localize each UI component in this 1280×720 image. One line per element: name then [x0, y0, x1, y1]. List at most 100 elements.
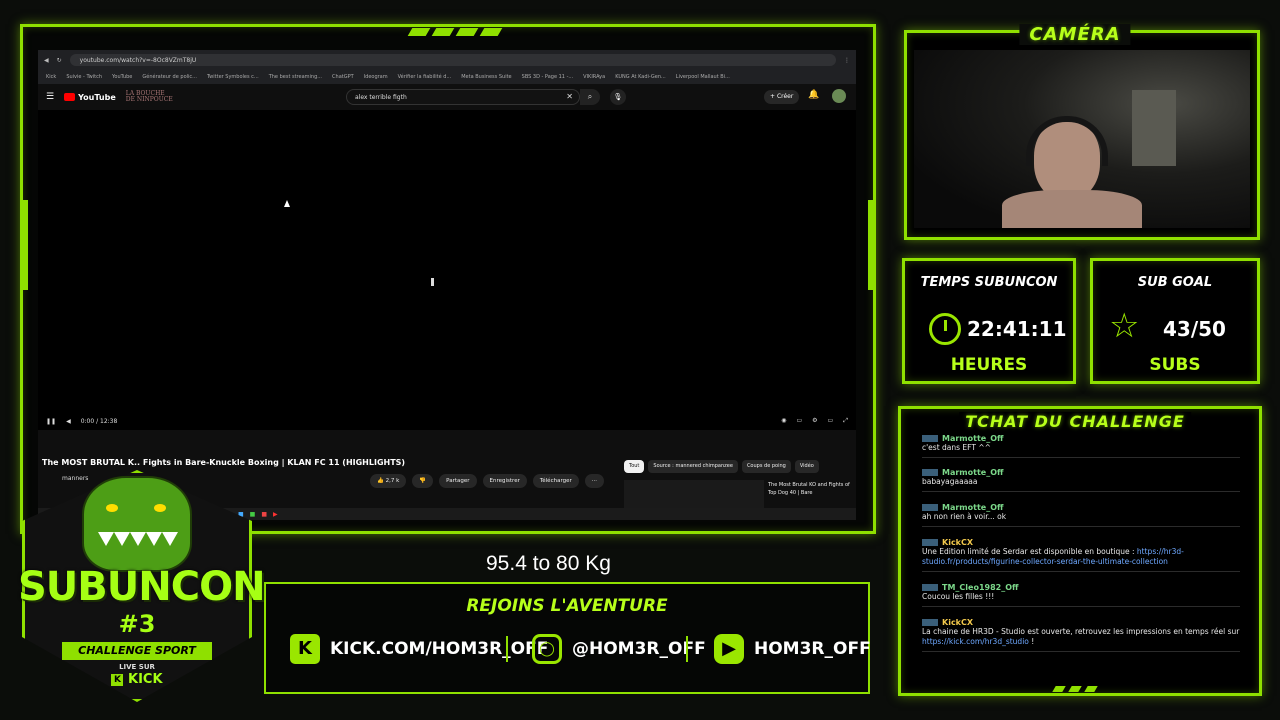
- fullscreen-icon[interactable]: ⤢: [843, 417, 848, 425]
- bookmark-item[interactable]: Kick: [46, 74, 56, 80]
- bookmark-item[interactable]: The best streaming...: [269, 74, 322, 80]
- chat-message: Marmotte_Off ah non rien à voir... ok: [922, 503, 1240, 527]
- filter-chip[interactable]: Tout: [624, 460, 645, 473]
- search-input[interactable]: alex terrible figth ✕: [346, 89, 580, 105]
- bookmark-item[interactable]: Twitter Symboles c...: [207, 74, 259, 80]
- extensions-icon[interactable]: ⋮: [844, 57, 850, 64]
- bookmark-item[interactable]: ChatGPT: [332, 74, 354, 80]
- filter-chips: Tout Source : mannered chimpanzee Coups de…: [624, 460, 819, 473]
- browser-toolbar: ◀ ↻ youtube.com/watch?v=-8Oc8VZmT8jU ⋮: [38, 50, 856, 70]
- logo-live-on: LIVE SUR: [119, 663, 155, 671]
- back-icon[interactable]: ◀: [44, 57, 49, 64]
- address-bar[interactable]: youtube.com/watch?v=-8Oc8VZmT8jU: [69, 54, 836, 66]
- subgoal-unit: SUBS: [1149, 355, 1201, 375]
- taskbar-app-icon[interactable]: ■: [261, 511, 267, 518]
- bookmark-item[interactable]: Liverpool Mallaut Bi...: [676, 74, 730, 80]
- more-button[interactable]: ···: [584, 474, 604, 488]
- kick-link[interactable]: K KICK.COM/HOM3R_OFF: [290, 634, 548, 664]
- video-player[interactable]: ❚❚ ◀ 0:00 / 12:38 ◉ ▭ ⚙ ▭ ⤢: [38, 110, 856, 430]
- user-badge-icon: [922, 584, 938, 591]
- window: [1132, 90, 1176, 166]
- player-controls: ❚❚ ◀ 0:00 / 12:38 ◉ ▭ ⚙ ▭ ⤢: [38, 412, 856, 430]
- chat-message: KickCX Une Edition limité de Serdar est d…: [922, 538, 1240, 572]
- user-badge-icon: [922, 619, 938, 626]
- youtube-logo[interactable]: YouTube: [64, 93, 116, 102]
- chat-username[interactable]: Marmotte_Off: [922, 503, 1240, 512]
- timer-unit: HEURES: [950, 355, 1028, 375]
- chat-message: Marmotte_Off c'est dans EFT ^^: [922, 434, 1240, 458]
- instagram-link[interactable]: ◯ @HOM3R_OFF: [532, 634, 706, 664]
- avatar[interactable]: [832, 89, 846, 103]
- timer-title: TEMPS SUBUNCON: [920, 275, 1058, 290]
- clear-icon[interactable]: ✕: [566, 92, 573, 101]
- chat-text: Coucou les filles !!!: [922, 592, 1240, 607]
- chat-frame-stripes: [1052, 686, 1098, 692]
- bookmark-item[interactable]: Meta Business Suite: [461, 74, 511, 80]
- subgoal-panel: SUB GOAL ☆ 43/50 SUBS: [1090, 258, 1260, 384]
- subtitles-icon[interactable]: ▭: [796, 417, 802, 425]
- save-button[interactable]: Enregistrer: [482, 474, 527, 488]
- chat-link[interactable]: https://kick.com/hr3d_studio: [922, 637, 1029, 646]
- weight-caption: 95.4 to 80 Kg: [486, 552, 611, 575]
- bookmark-item[interactable]: KUNG At Kadi-Gen...: [615, 74, 666, 80]
- headset: [1026, 116, 1108, 166]
- logo-name: SUBUNCON: [18, 564, 266, 610]
- bookmark-item[interactable]: Suivie - Twitch: [66, 74, 102, 80]
- mic-icon[interactable]: 🎙: [610, 89, 626, 105]
- search-button[interactable]: ⌕: [580, 89, 600, 105]
- subgoal-value: 43/50: [1163, 317, 1226, 341]
- share-button[interactable]: Partager: [439, 474, 477, 488]
- volume-icon[interactable]: ◀: [66, 418, 71, 425]
- subgoal-title: SUB GOAL: [1137, 275, 1213, 290]
- chat-text: Une Edition limité de Serdar est disponi…: [922, 547, 1240, 572]
- browser-window: ◀ ↻ youtube.com/watch?v=-8Oc8VZmT8jU ⋮ K…: [38, 50, 856, 520]
- taskbar-app-icon[interactable]: ▶: [273, 511, 278, 518]
- filter-chip[interactable]: Source : mannered chimpanzee: [648, 460, 738, 473]
- chat-text: c'est dans EFT ^^: [922, 443, 1240, 458]
- youtube-link[interactable]: ▶ HOM3R_OFF: [714, 634, 871, 664]
- bookmark-item[interactable]: Générateur de polic...: [142, 74, 197, 80]
- chat-username[interactable]: TM_Cleo1982_Off: [922, 583, 1240, 592]
- bookmark-item[interactable]: Ideogram: [364, 74, 388, 80]
- create-button[interactable]: + Créer: [764, 90, 800, 104]
- logo-number: #3: [118, 610, 156, 638]
- instagram-icon: ◯: [532, 634, 562, 664]
- social-banner: REJOINS L'AVENTURE K KICK.COM/HOM3R_OFF …: [264, 582, 871, 694]
- dislike-button[interactable]: 👎: [412, 474, 434, 488]
- chat-username[interactable]: KickCX: [922, 538, 1240, 547]
- chat-username[interactable]: Marmotte_Off: [922, 434, 1240, 443]
- recommended-title[interactable]: The Most Brutal KO and Fights of Top Dog…: [768, 481, 854, 497]
- bookmark-item[interactable]: YouTube: [112, 74, 132, 80]
- autoplay-toggle[interactable]: ◉: [781, 417, 786, 425]
- settings-icon[interactable]: ⚙: [812, 417, 817, 425]
- user-badge-icon: [922, 469, 938, 476]
- bookmark-item[interactable]: Vérifier la fiabilité d...: [398, 74, 452, 80]
- streamer-shoulders: [1002, 190, 1142, 228]
- filter-chip[interactable]: Vidéo: [794, 460, 819, 473]
- pause-icon[interactable]: ❚❚: [46, 418, 56, 425]
- chat-username[interactable]: KickCX: [922, 618, 1240, 627]
- timer-value: 22:41:11: [967, 317, 1067, 341]
- bookmark-item[interactable]: VIKIRAya: [583, 74, 605, 80]
- user-badge-icon: [922, 435, 938, 442]
- bookmark-item[interactable]: SBS 3D - Page 11 -...: [522, 74, 574, 80]
- download-button[interactable]: Télécharger: [532, 474, 579, 488]
- chat-username[interactable]: Marmotte_Off: [922, 468, 1240, 477]
- theater-icon[interactable]: ▭: [828, 417, 834, 425]
- bell-icon[interactable]: 🔔: [808, 90, 819, 100]
- banner-title: REJOINS L'AVENTURE: [466, 596, 668, 616]
- loading-cursor-icon: [431, 278, 434, 286]
- reload-icon[interactable]: ↻: [57, 57, 62, 64]
- filter-chip[interactable]: Coups de poing: [741, 460, 791, 473]
- crocodile-mascot-icon: [82, 476, 192, 572]
- menu-icon[interactable]: ☰: [46, 92, 54, 102]
- like-button[interactable]: 👍 2,7 k: [370, 474, 407, 488]
- camera-feed: [914, 50, 1250, 228]
- chat-title: TCHAT DU CHALLENGE: [959, 412, 1191, 431]
- kick-small-icon: K: [111, 673, 124, 686]
- chat-text: ah non rien à voir... ok: [922, 512, 1240, 527]
- main-frame-stripes: [407, 28, 503, 36]
- youtube-icon: ▶: [714, 634, 744, 664]
- mouse-cursor-icon: [284, 200, 290, 207]
- subuncon-logo: SUBUNCON #3 CHALLENGE SPORT LIVE SUR K K…: [18, 460, 266, 706]
